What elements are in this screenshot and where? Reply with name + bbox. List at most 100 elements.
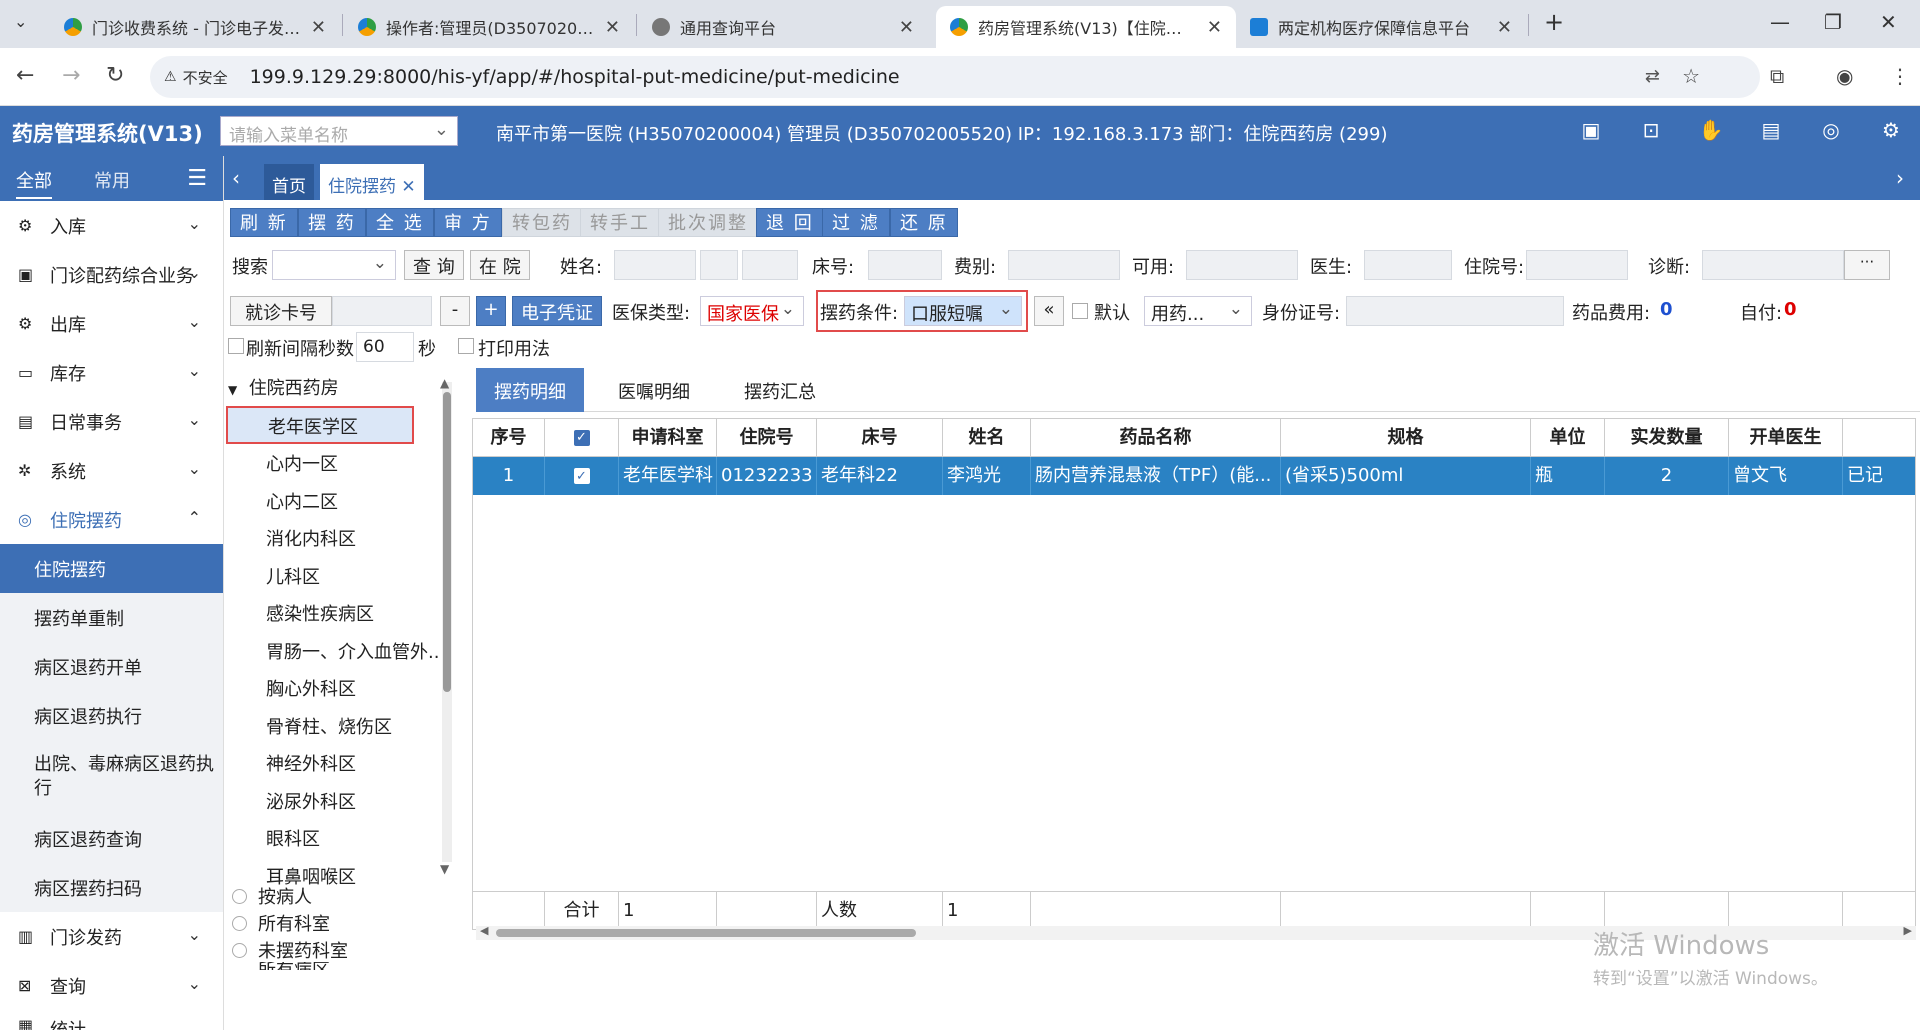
id-no-field[interactable] (1346, 296, 1564, 326)
scroll-right-icon[interactable]: ▶ (1904, 924, 1912, 937)
sidebar-item-stock[interactable]: ▭ 库存 ⌄ (0, 348, 223, 397)
tree-node[interactable]: 心内一区 (266, 450, 338, 476)
close-icon[interactable]: ✕ (605, 17, 620, 38)
inpatient-no-field[interactable] (1526, 250, 1628, 280)
url-input[interactable]: ⚠ 不安全 199.9.129.29:8000/his-yf/app/#/hos… (150, 56, 1760, 98)
bookmark-star-icon[interactable]: ☆ (1682, 64, 1700, 88)
sidebar-item-statistics[interactable]: ▦ 统计 (0, 1010, 223, 1030)
sidebar-sub-return-order[interactable]: 病区退药开单 (0, 642, 223, 691)
return-button[interactable]: 退 回 (756, 208, 824, 237)
col-header[interactable]: 姓名 (943, 419, 1031, 457)
col-header[interactable]: 开单医生 (1729, 419, 1843, 457)
translate-icon[interactable]: ⇄ (1645, 66, 1660, 87)
table-cell[interactable]: 01232233 (717, 457, 817, 495)
tree-node[interactable]: 心内二区 (266, 488, 338, 514)
sidebar-item-system[interactable]: ✲ 系统 ⌄ (0, 446, 223, 495)
condition-select[interactable]: 口服短嘱 ⌄ (904, 296, 1022, 326)
table-cell-check[interactable]: ✓ (545, 457, 619, 495)
name-field-2[interactable] (700, 250, 738, 280)
monitor-icon[interactable]: ▣ (1578, 118, 1604, 144)
col-header[interactable]: 实发数量 (1605, 419, 1729, 457)
unsafe-label[interactable]: 不安全 (183, 67, 228, 88)
sidebar-sub-discharge-return[interactable]: 出院、毒麻病区退药执行 (0, 740, 223, 814)
close-icon[interactable]: ✕ (311, 17, 326, 38)
search-select[interactable]: ⌄ (272, 250, 396, 280)
visit-card-field[interactable] (332, 296, 432, 326)
minus-button[interactable]: - (440, 296, 470, 326)
sidebar-sub-return-query[interactable]: 病区退药查询 (0, 814, 223, 863)
new-tab-button[interactable]: + (1544, 8, 1564, 36)
e-cert-button[interactable]: 电子凭证 (512, 296, 602, 326)
col-header[interactable]: 药品名称 (1031, 419, 1281, 457)
fee-type-field[interactable] (1008, 250, 1120, 280)
close-icon[interactable]: ✕ (1207, 17, 1222, 38)
table-cell[interactable]: 瓶 (1531, 457, 1605, 495)
tree-node[interactable]: 胃肠一、介入血管外.. (266, 638, 439, 664)
sidebar-item-outpatient-dispensing[interactable]: ▣ 门诊配药综合业务 ⌄ (0, 250, 223, 299)
tab-put-medicine[interactable]: 住院摆药 ✕ (320, 164, 424, 200)
filter-button[interactable]: 过 滤 (822, 208, 890, 237)
tab-dispense-summary[interactable]: 摆药汇总 (726, 368, 834, 412)
tree-node[interactable]: 眼科区 (266, 825, 320, 851)
restore-icon[interactable]: ❐ (1824, 10, 1842, 34)
table-cell[interactable]: 2 (1605, 457, 1729, 495)
col-header[interactable]: 规格 (1281, 419, 1531, 457)
select-all-button[interactable]: 全 选 (366, 208, 434, 237)
tab-search-icon[interactable]: ⌄ (14, 12, 27, 31)
to-package-button[interactable]: 转包药 (502, 208, 582, 237)
sidebar-tab-all[interactable]: 全部 (16, 167, 52, 199)
review-button[interactable]: 审 方 (434, 208, 502, 237)
tree-node-selected[interactable]: 老年医学区 (226, 406, 414, 444)
sidebar-item-daily[interactable]: ▤ 日常事务 ⌄ (0, 397, 223, 446)
table-cell[interactable]: 老年医学科 (619, 457, 717, 495)
diagnosis-more-button[interactable]: ··· (1844, 250, 1890, 280)
scroll-thumb[interactable] (496, 929, 916, 937)
tab-home[interactable]: 首页 (264, 164, 314, 200)
tree-node[interactable]: 泌尿外科区 (266, 788, 356, 814)
sidebar-sub-reprint[interactable]: 摆药单重制 (0, 593, 223, 642)
close-icon[interactable]: ✕ (401, 177, 415, 197)
query-button[interactable]: 查 询 (404, 250, 464, 280)
forward-icon[interactable]: → (62, 63, 80, 88)
collapse-button[interactable]: « (1034, 296, 1064, 326)
col-header[interactable]: 单位 (1531, 419, 1605, 457)
close-icon[interactable]: ✕ (1497, 17, 1512, 38)
tree-node[interactable]: 消化内科区 (266, 525, 356, 551)
browser-tab-2[interactable]: 操作者:管理员(D35070200552 ✕ (344, 6, 634, 48)
plus-button[interactable]: + (476, 296, 506, 326)
table-cell[interactable]: 肠内营养混悬液（TPF）(能... (1031, 457, 1281, 495)
restore-button[interactable]: 还 原 (890, 208, 958, 237)
sidebar-item-inpatient-dispensing[interactable]: ◎ 住院摆药 ⌃ (0, 495, 223, 544)
close-icon[interactable]: ✕ (899, 17, 914, 38)
checkbox-checked-icon[interactable]: ✓ (573, 430, 590, 446)
table-cell[interactable]: 老年科22 (817, 457, 943, 495)
browser-tab-1[interactable]: 门诊收费系统 - 门诊电子发票络 ✕ (50, 6, 340, 48)
table-cell[interactable]: 1 (473, 457, 545, 495)
tree-root[interactable]: ▼ 住院西药房 (228, 374, 339, 400)
table-cell[interactable]: 李鸿光 (943, 457, 1031, 495)
tree-node[interactable]: 骨脊柱、烧伤区 (266, 713, 392, 739)
tree-node[interactable]: 感染性疾病区 (266, 600, 374, 626)
browser-tab-4-active[interactable]: 药房管理系统(V13)【住院西药 ✕ (936, 6, 1236, 48)
hand-icon[interactable]: ✋ (1698, 118, 1724, 144)
insurance-type-select[interactable]: 国家医保 ⌄ (700, 296, 804, 326)
col-header[interactable]: 申请科室 (619, 419, 717, 457)
checkbox-checked-icon[interactable]: ✓ (573, 468, 590, 484)
col-header[interactable]: 序号 (473, 419, 545, 457)
settings-gear-icon[interactable]: ⚙ (1878, 118, 1904, 144)
scroll-thumb[interactable] (443, 392, 451, 692)
dispense-button[interactable]: 摆 药 (298, 208, 366, 237)
close-window-icon[interactable]: ✕ (1880, 10, 1897, 34)
table-cell[interactable]: (省采5)500ml (1281, 457, 1531, 495)
name-field-3[interactable] (742, 250, 798, 280)
minimize-icon[interactable]: — (1770, 10, 1790, 34)
scroll-down-icon[interactable]: ▼ (440, 862, 449, 876)
profile-icon[interactable]: ◉ (1836, 64, 1853, 88)
batch-adjust-button[interactable]: 批次调整 (658, 208, 758, 237)
usage-select[interactable]: 用药... ⌄ (1144, 296, 1252, 326)
inpatient-button[interactable]: 在 院 (470, 250, 530, 280)
document-icon[interactable]: ▤ (1758, 118, 1784, 144)
print-usage-checkbox[interactable] (458, 338, 474, 354)
back-icon[interactable]: ← (16, 63, 34, 88)
tree-scrollbar[interactable] (442, 382, 452, 862)
